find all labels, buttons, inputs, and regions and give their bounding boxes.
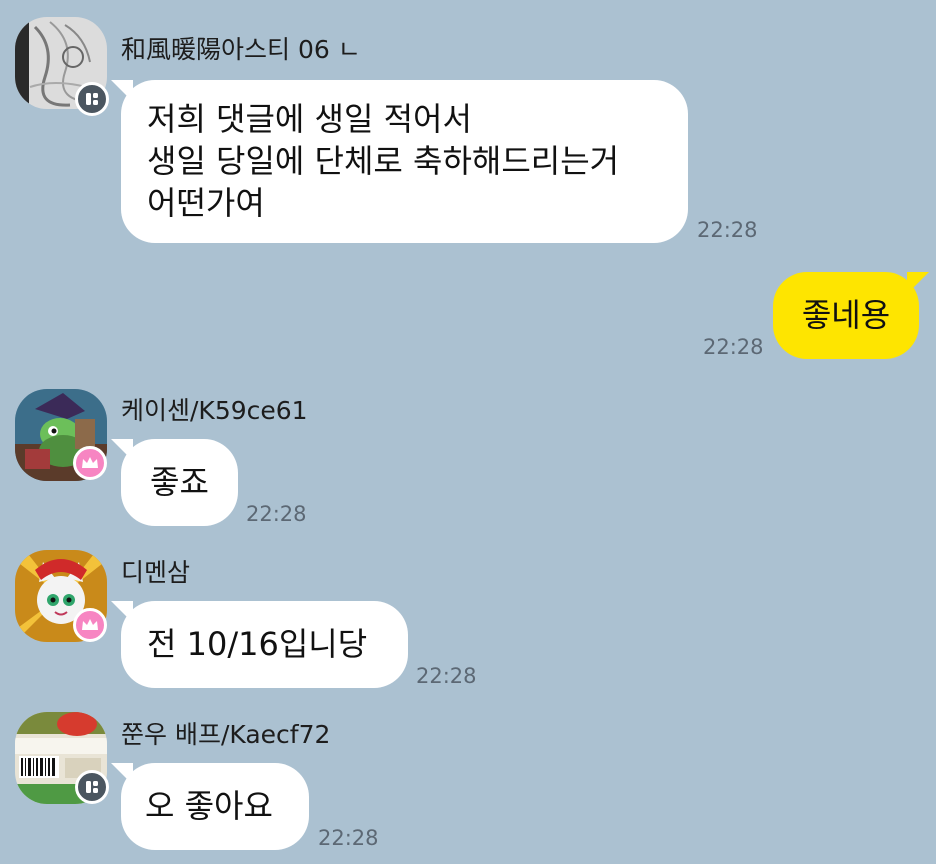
message-bubble[interactable]: 오 좋아요 (111, 763, 309, 850)
moderator-badge (75, 82, 109, 116)
sender-name[interactable]: 쭌우 배프/Kaecf72 (121, 720, 330, 750)
moderator-badge (75, 770, 109, 804)
sender-name[interactable]: 和風暖陽아스티 06 ㄴ (121, 35, 361, 65)
moderator-icon (86, 781, 98, 793)
crown-icon (82, 457, 98, 468)
chat-room: 和風暖陽아스티 06 ㄴ 저희 댓글에 생일 적어서 생일 당일에 단체로 축하… (0, 0, 936, 864)
moderator-icon (86, 93, 98, 105)
message-time: 22:28 (246, 502, 307, 526)
message-text: 좋네용 (801, 296, 891, 334)
message-text: 좋죠 (150, 463, 209, 501)
sender-name[interactable]: 케이센/K59ce61 (121, 396, 308, 426)
message-bubble[interactable]: 좋죠 (111, 439, 238, 526)
sender-name[interactable]: 디멘삼 (121, 558, 190, 588)
message-time: 22:28 (318, 826, 379, 850)
message-text: 전 10/16입니당 (147, 625, 368, 663)
message-time: 22:28 (416, 664, 477, 688)
message-time: 22:28 (697, 218, 758, 242)
host-crown-badge (73, 608, 107, 642)
message-bubble[interactable]: 저희 댓글에 생일 적어서 생일 당일에 단체로 축하해드리는거 어떤가여 (111, 80, 688, 243)
message-text: 어떤가여 (147, 184, 265, 222)
message-text: 오 좋아요 (145, 787, 273, 825)
my-message-bubble[interactable]: 좋네용 (773, 272, 929, 359)
message-time: 22:28 (703, 335, 764, 359)
message-text: 생일 당일에 단체로 축하해드리는거 (147, 142, 620, 180)
crown-icon (82, 619, 98, 630)
message-bubble[interactable]: 전 10/16입니당 (111, 601, 408, 688)
message-text: 저희 댓글에 생일 적어서 (147, 100, 472, 138)
host-crown-badge (73, 446, 107, 480)
